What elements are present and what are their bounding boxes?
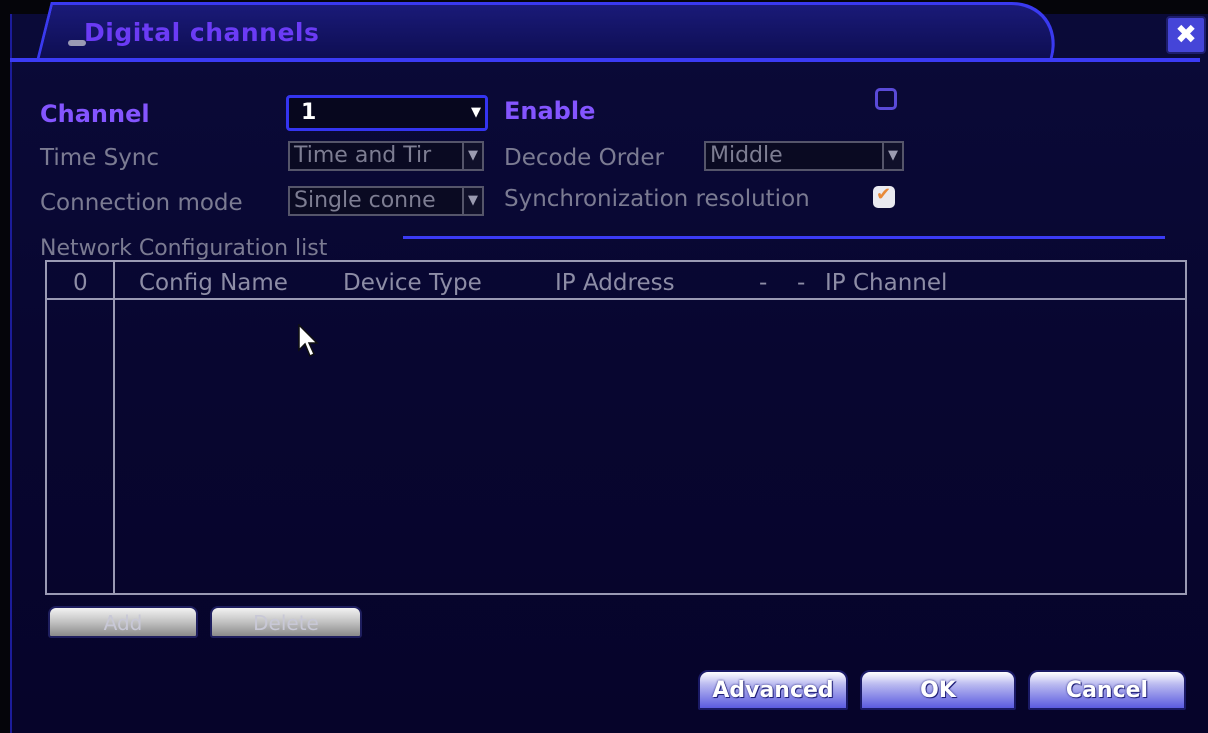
table-header: 0 Config Name Device Type IP Address - -… bbox=[47, 262, 1185, 300]
network-list-label: Network Configuration list bbox=[40, 236, 328, 261]
enable-checkbox[interactable] bbox=[875, 88, 897, 110]
connection-mode-label: Connection mode bbox=[40, 190, 243, 216]
column-config-name: Config Name bbox=[139, 270, 288, 296]
advanced-button[interactable]: Advanced bbox=[698, 670, 848, 710]
time-sync-value: Time and Tir bbox=[294, 143, 432, 168]
network-config-table[interactable]: 0 Config Name Device Type IP Address - -… bbox=[45, 260, 1187, 595]
chevron-down-icon: ▼ bbox=[882, 143, 902, 169]
chevron-down-icon: ▼ bbox=[462, 143, 482, 169]
column-index: 0 bbox=[73, 270, 88, 296]
enable-label: Enable bbox=[504, 97, 596, 125]
close-button[interactable]: ✖ bbox=[1166, 16, 1206, 54]
sync-resolution-checkbox[interactable] bbox=[873, 184, 895, 208]
channel-value: 1 bbox=[301, 100, 317, 125]
title-underline bbox=[10, 58, 1200, 62]
column-separator: - bbox=[797, 270, 806, 296]
decode-order-select[interactable]: Middle ▼ bbox=[704, 141, 904, 171]
decode-order-label: Decode Order bbox=[504, 145, 665, 171]
column-divider bbox=[113, 262, 115, 593]
chevron-down-icon: ▼ bbox=[462, 188, 482, 214]
channel-select[interactable]: 1 ▼ bbox=[286, 95, 488, 131]
column-ip-channel: IP Channel bbox=[825, 270, 948, 296]
section-divider bbox=[403, 236, 1165, 239]
mouse-cursor-icon bbox=[298, 324, 319, 358]
sync-resolution-label: Synchronization resolution bbox=[504, 186, 810, 212]
decode-order-value: Middle bbox=[710, 143, 783, 168]
cancel-button[interactable]: Cancel bbox=[1028, 670, 1186, 710]
connection-mode-value: Single conne bbox=[294, 188, 436, 213]
ok-button[interactable]: OK bbox=[860, 670, 1016, 710]
window-title: Digital channels bbox=[84, 18, 320, 47]
column-separator: - bbox=[759, 270, 768, 296]
delete-button[interactable]: Delete bbox=[210, 606, 362, 638]
column-device-type: Device Type bbox=[343, 270, 482, 296]
column-ip-address: IP Address bbox=[555, 270, 675, 296]
add-button[interactable]: Add bbox=[48, 606, 198, 638]
time-sync-select[interactable]: Time and Tir ▼ bbox=[288, 141, 484, 171]
time-sync-label: Time Sync bbox=[40, 145, 160, 171]
channel-label: Channel bbox=[40, 100, 150, 128]
chevron-down-icon: ▼ bbox=[467, 98, 485, 128]
connection-mode-select[interactable]: Single conne ▼ bbox=[288, 186, 484, 216]
